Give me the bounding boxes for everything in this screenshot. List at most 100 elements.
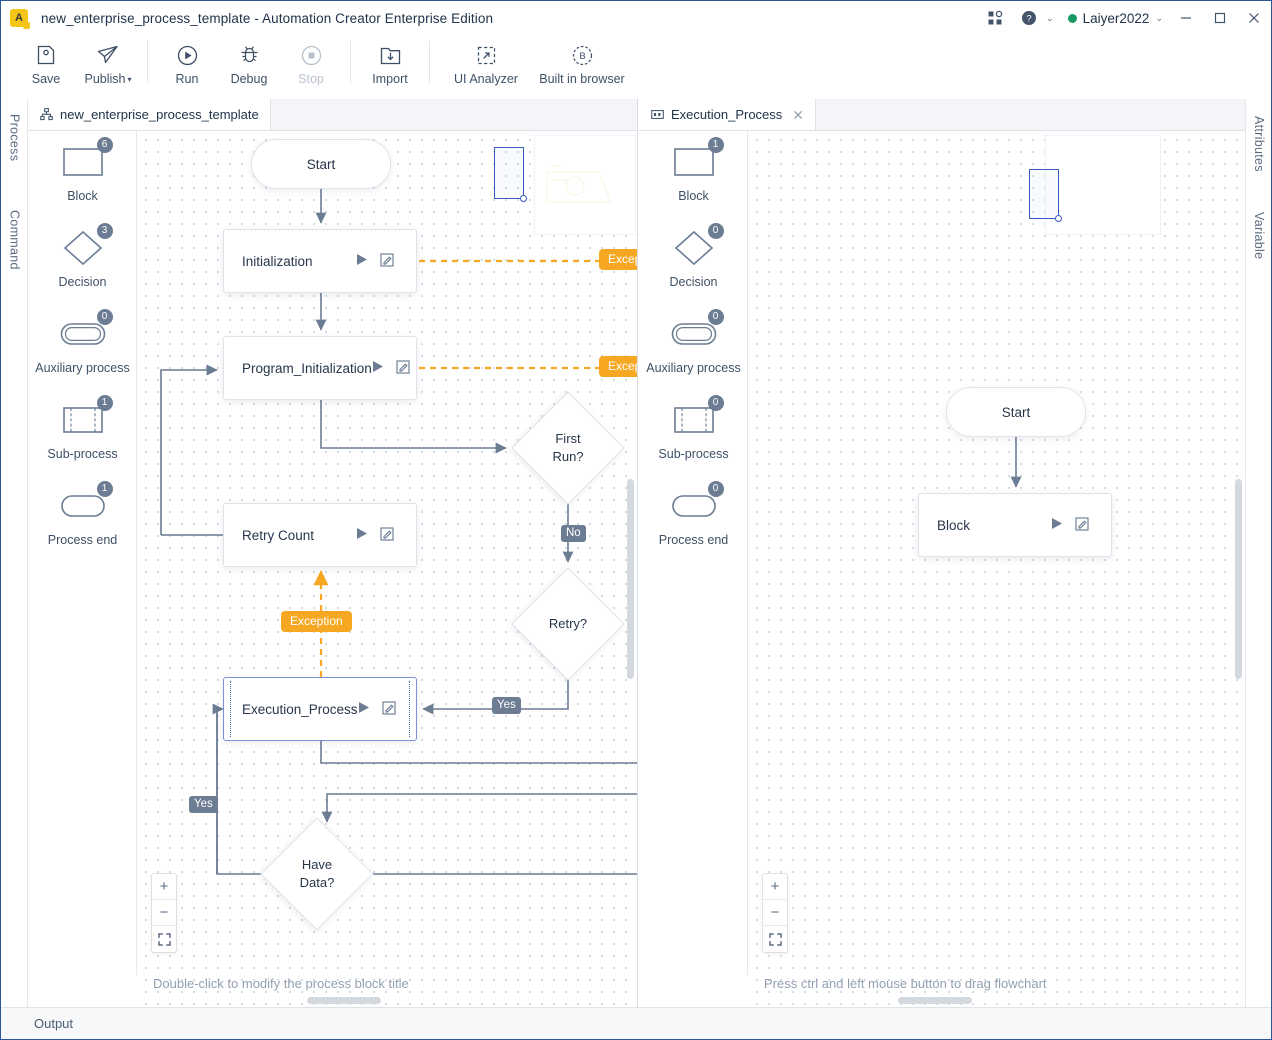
palette-item-decision[interactable]: 3 Decision — [28, 217, 137, 303]
selection-marquee[interactable] — [1029, 169, 1062, 222]
import-button[interactable]: Import — [359, 35, 421, 95]
debug-button[interactable]: Debug — [218, 35, 280, 95]
apps-grid-icon[interactable] — [980, 1, 1010, 35]
flow-node-actions — [1051, 516, 1089, 534]
palette-badge-count: 1 — [707, 137, 724, 153]
play-icon[interactable] — [356, 253, 368, 269]
palette-item-label: Auxiliary process — [646, 361, 741, 375]
flow-node-initialization[interactable]: Initialization — [223, 229, 417, 293]
play-icon[interactable] — [358, 701, 370, 717]
built-in-browser-button[interactable]: B Built in browser — [534, 35, 630, 95]
zoom-in-button[interactable]: + — [152, 874, 176, 900]
run-icon — [176, 41, 199, 69]
publish-chevron-down-icon[interactable]: ▾ — [127, 75, 131, 84]
palette-item-label: Decision — [58, 275, 107, 289]
flow-node-have-data[interactable]: Have Data? — [260, 817, 374, 931]
output-status-bar[interactable]: Output — [1, 1007, 1271, 1039]
fit-screen-icon[interactable] — [152, 926, 176, 952]
edit-pencil-icon[interactable] — [1075, 516, 1089, 534]
right-canvas-vertical-scrollbar[interactable] — [1235, 479, 1242, 679]
maximize-button[interactable] — [1203, 1, 1237, 35]
left-canvas-vertical-scrollbar[interactable] — [627, 479, 634, 679]
flow-node-block[interactable]: Block — [918, 493, 1112, 557]
right-canvas-horizontal-scrollbar[interactable] — [898, 997, 972, 1004]
flow-node-label: Start — [1001, 404, 1031, 420]
toolbar-divider — [350, 41, 351, 83]
edit-pencil-icon[interactable] — [396, 359, 410, 377]
zoom-out-button[interactable]: − — [763, 900, 787, 926]
edge-label-no: No — [561, 525, 586, 542]
flow-node-program-initialization[interactable]: Program_Initialization — [223, 336, 417, 400]
palette-item-block[interactable]: 1 Block — [639, 131, 748, 217]
help-chevron-down-icon[interactable]: ⌄ — [1046, 13, 1054, 24]
zoom-out-button[interactable]: − — [152, 900, 176, 926]
save-button[interactable]: Save — [15, 35, 77, 95]
play-icon[interactable] — [1051, 517, 1063, 533]
publish-button[interactable]: Publish ▾ — [77, 35, 139, 95]
decision-shape-icon: 3 — [55, 223, 113, 267]
selection-dash-right — [409, 681, 410, 737]
marquee-resize-handle[interactable] — [1055, 215, 1062, 222]
marquee-resize-handle[interactable] — [520, 195, 527, 202]
left-zoom-controls: + − — [151, 873, 177, 953]
palette-item-label: Auxiliary process — [35, 361, 130, 375]
tab-execution-process[interactable]: Execution_Process ✕ — [639, 99, 817, 130]
palette-item-auxiliary-process[interactable]: 0 Auxiliary process — [28, 303, 137, 389]
flow-node-label: Start — [306, 156, 336, 172]
flow-node-start[interactable]: Start — [251, 139, 391, 189]
flow-node-first-run[interactable]: First Run? — [511, 391, 625, 505]
play-icon[interactable] — [372, 360, 384, 376]
palette-item-process-end[interactable]: 1 Process end — [28, 475, 137, 561]
edge-label-yes-retry: Yes — [492, 697, 521, 714]
minimize-button[interactable] — [1169, 1, 1203, 35]
exception-label-program-initialization: Exception — [599, 356, 637, 378]
palette-item-process-end[interactable]: 0 Process end — [639, 475, 748, 561]
rail-tab-attributes[interactable]: Attributes — [1246, 107, 1272, 181]
browser-b-icon: B — [571, 41, 594, 69]
exception-label-initialization: Exception — [599, 249, 637, 271]
palette-item-decision[interactable]: 0 Decision — [639, 217, 748, 303]
rail-tab-variable[interactable]: Variable — [1246, 203, 1272, 269]
run-button[interactable]: Run — [156, 35, 218, 95]
flow-node-retry-question[interactable]: Retry? — [511, 567, 625, 681]
palette-item-sub-process[interactable]: 0 Sub-process — [639, 389, 748, 475]
left-flowchart-canvas[interactable]: Start Initialization Program_Initializat… — [137, 131, 637, 1007]
user-name-label: Laiyer2022 — [1082, 10, 1150, 26]
tab-new-enterprise-process-template[interactable]: new_enterprise_process_template — [28, 99, 271, 130]
rail-tab-command[interactable]: Command — [1, 203, 28, 277]
help-circle-icon[interactable]: ? — [1014, 1, 1044, 35]
left-canvas-wrapper: 6 Block 3 Decision 0 Auxiliary process 1… — [28, 131, 637, 1007]
edit-pencil-icon[interactable] — [380, 252, 394, 270]
user-menu[interactable]: Laiyer2022 ⌄ — [1067, 10, 1163, 26]
flow-node-actions — [356, 252, 394, 270]
ui-analyzer-label: UI Analyzer — [454, 72, 518, 86]
palette-item-block[interactable]: 6 Block — [28, 131, 137, 217]
title-bar: A new_enterprise_process_template - Auto… — [1, 1, 1271, 35]
built-in-browser-label: Built in browser — [539, 72, 625, 86]
sub-process-shape-icon: 0 — [666, 395, 724, 439]
edit-pencil-icon[interactable] — [381, 700, 396, 718]
flow-node-retry-count[interactable]: Retry Count — [223, 503, 417, 567]
palette-badge-count: 0 — [707, 309, 724, 325]
block-shape-icon: 1 — [666, 137, 724, 181]
selection-marquee[interactable] — [494, 147, 527, 202]
rail-tab-process[interactable]: Process — [1, 107, 28, 169]
close-button[interactable] — [1237, 1, 1271, 35]
edit-pencil-icon[interactable] — [380, 526, 394, 544]
left-editor-pane: new_enterprise_process_template 6 Block — [28, 99, 638, 1007]
ui-analyzer-button[interactable]: UI Analyzer — [438, 35, 534, 95]
palette-item-auxiliary-process[interactable]: 0 Auxiliary process — [639, 303, 748, 389]
fit-screen-icon[interactable] — [763, 926, 787, 952]
tab-close-icon[interactable]: ✕ — [792, 108, 804, 122]
right-flowchart-canvas[interactable]: Start Block + − Press ctrl and left mous… — [748, 131, 1245, 1007]
save-icon — [35, 41, 57, 69]
zoom-in-button[interactable]: + — [763, 874, 787, 900]
palette-badge-count: 6 — [96, 137, 113, 153]
play-icon[interactable] — [356, 527, 368, 543]
palette-item-sub-process[interactable]: 1 Sub-process — [28, 389, 137, 475]
flow-node-start[interactable]: Start — [946, 387, 1086, 437]
flow-node-execution-process[interactable]: Execution_Process — [223, 677, 417, 741]
palette-badge-count: 0 — [707, 481, 724, 497]
right-vertical-rail: Attributes Variable — [1245, 99, 1271, 1007]
left-canvas-horizontal-scrollbar[interactable] — [307, 997, 381, 1004]
